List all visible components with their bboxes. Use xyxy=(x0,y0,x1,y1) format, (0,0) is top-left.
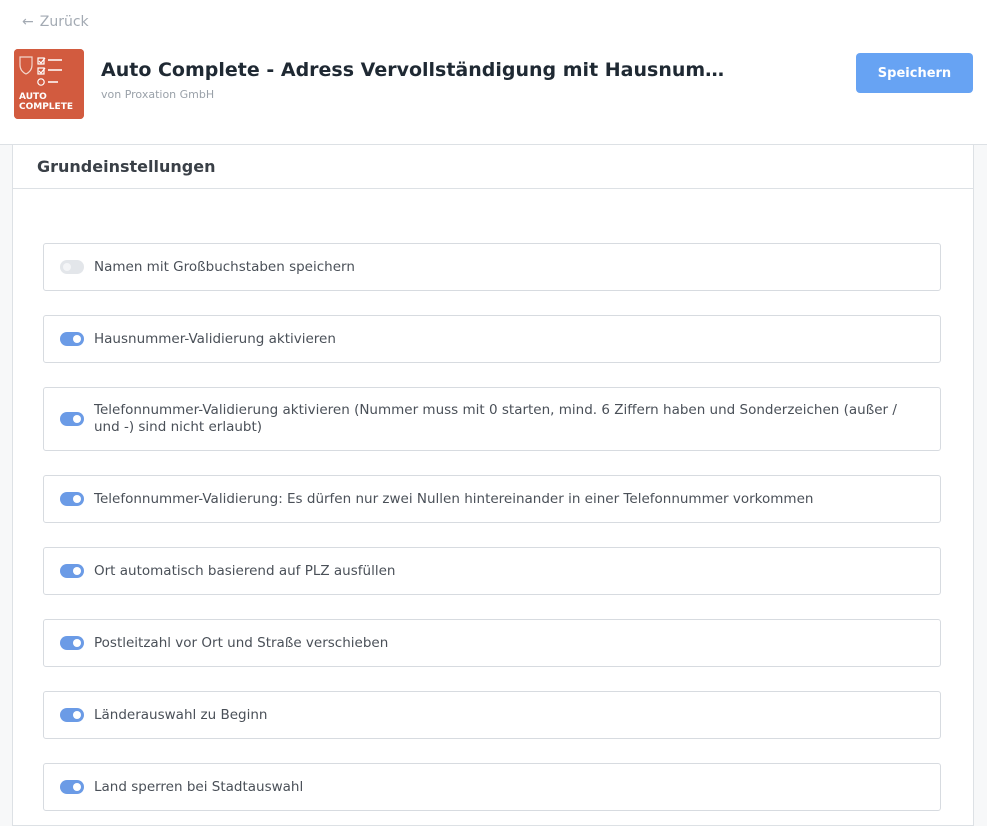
toggle-switch[interactable] xyxy=(60,412,84,426)
setting-row: Telefonnummer-Validierung: Es dürfen nur… xyxy=(43,475,941,523)
app-title: Auto Complete - Adress Vervollständigung… xyxy=(101,59,725,81)
toggle-knob xyxy=(73,783,81,791)
toggle-knob xyxy=(73,711,81,719)
app-header: ← Zurück AUTO COMPLETE Auto Complete - A… xyxy=(0,0,987,145)
toggle-switch[interactable] xyxy=(60,564,84,578)
toggle-switch[interactable] xyxy=(60,260,84,274)
back-link[interactable]: ← Zurück xyxy=(22,12,89,32)
setting-label: Namen mit Großbuchstaben speichern xyxy=(94,258,355,275)
setting-label: Telefonnummer-Validierung aktivieren (Nu… xyxy=(94,402,897,435)
toggle-knob xyxy=(63,263,71,271)
app-logo-text-1: AUTO xyxy=(19,92,47,102)
setting-label: Ort automatisch basierend auf PLZ ausfül… xyxy=(94,562,396,579)
back-label: Zurück xyxy=(39,14,89,30)
toggle-switch[interactable] xyxy=(60,636,84,650)
setting-label: Telefonnummer-Validierung: Es dürfen nur… xyxy=(94,490,814,507)
setting-label: Länderauswahl zu Beginn xyxy=(94,706,268,723)
toggle-switch[interactable] xyxy=(60,708,84,722)
toggle-switch[interactable] xyxy=(60,780,84,794)
toggle-switch[interactable] xyxy=(60,332,84,346)
arrow-left-icon: ← xyxy=(22,14,34,30)
setting-row: Land sperren bei Stadtauswahl xyxy=(43,763,941,811)
setting-label: Hausnummer-Validierung aktivieren xyxy=(94,330,336,347)
toggle-knob xyxy=(73,415,81,423)
setting-row: Hausnummer-Validierung aktivieren xyxy=(43,315,941,363)
settings-card: Grundeinstellungen Namen mit Großbuchsta… xyxy=(12,145,974,826)
card-title: Grundeinstellungen xyxy=(37,157,216,176)
save-button[interactable]: Speichern xyxy=(856,53,973,93)
setting-row: Namen mit Großbuchstaben speichern xyxy=(43,243,941,291)
setting-row: Postleitzahl vor Ort und Straße verschie… xyxy=(43,619,941,667)
toggle-knob xyxy=(73,567,81,575)
toggle-switch[interactable] xyxy=(60,492,84,506)
toggle-knob xyxy=(73,639,81,647)
setting-label: Postleitzahl vor Ort und Straße verschie… xyxy=(94,634,389,651)
app-vendor: von Proxation GmbH xyxy=(101,88,215,101)
toggle-knob xyxy=(73,335,81,343)
card-header: Grundeinstellungen xyxy=(13,145,973,189)
setting-row: Ort automatisch basierend auf PLZ ausfül… xyxy=(43,547,941,595)
toggle-knob xyxy=(73,495,81,503)
setting-row: Länderauswahl zu Beginn xyxy=(43,691,941,739)
setting-label: Land sperren bei Stadtauswahl xyxy=(94,778,304,795)
app-logo: AUTO COMPLETE xyxy=(14,49,84,119)
setting-row: Telefonnummer-Validierung aktivieren (Nu… xyxy=(43,387,941,451)
app-logo-text-2: COMPLETE xyxy=(19,102,73,112)
